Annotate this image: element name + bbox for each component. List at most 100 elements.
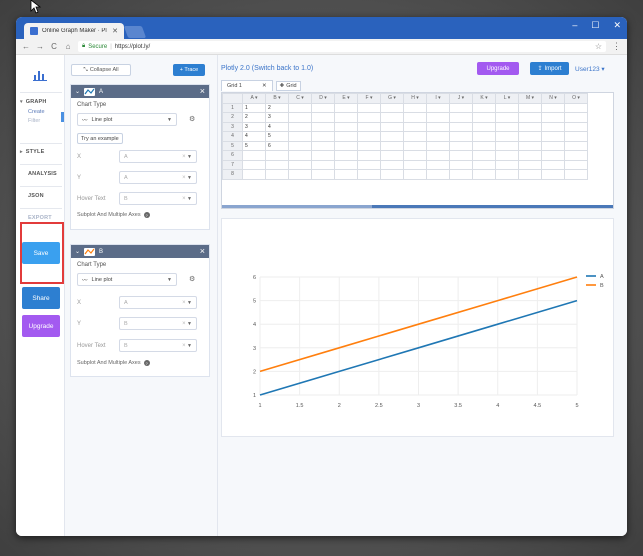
grid-cell[interactable] xyxy=(311,102,335,113)
grid-cell[interactable]: 3 xyxy=(265,112,289,123)
url-field[interactable]: 🔒︎ Secure | https://plot.ly/ ☆ xyxy=(78,41,606,52)
grid-cell[interactable] xyxy=(426,112,450,123)
grid-cell[interactable] xyxy=(334,169,358,180)
grid-cell[interactable] xyxy=(357,121,381,132)
grid-cell[interactable] xyxy=(564,131,588,142)
grid-cell[interactable] xyxy=(449,112,473,123)
grid-scrollbar-thumb[interactable] xyxy=(222,205,372,208)
row-header[interactable]: 6 xyxy=(222,150,243,161)
grid-cell[interactable] xyxy=(564,112,588,123)
nav-style[interactable]: ▸ STYLE xyxy=(16,149,65,155)
tab-grid-1[interactable]: Grid 1 ✕ xyxy=(221,80,273,91)
grid-scrollbar[interactable] xyxy=(222,205,613,208)
share-button[interactable]: Share xyxy=(22,287,60,309)
grid-cell[interactable] xyxy=(311,112,335,123)
grid-cell[interactable] xyxy=(472,140,496,151)
grid-cell[interactable] xyxy=(541,159,565,170)
grid-cell[interactable] xyxy=(403,169,427,180)
grid-cell[interactable] xyxy=(518,150,542,161)
grid-cell[interactable] xyxy=(334,131,358,142)
grid-cell[interactable] xyxy=(426,131,450,142)
subplot-link[interactable]: Subplot And Multiple Axes ? xyxy=(77,212,150,218)
grid-cell[interactable] xyxy=(288,131,312,142)
grid-cell[interactable] xyxy=(380,159,404,170)
version-link[interactable]: Plotly 2.0 (Switch back to 1.0) xyxy=(221,65,313,72)
column-header[interactable]: O ▾ xyxy=(564,93,588,104)
column-header[interactable]: G ▾ xyxy=(380,93,404,104)
grid-cell[interactable]: 4 xyxy=(242,131,266,142)
grid-cell[interactable]: 5 xyxy=(242,140,266,151)
grid-cell[interactable] xyxy=(357,140,381,151)
grid-cell[interactable] xyxy=(426,159,450,170)
grid-cell[interactable] xyxy=(518,131,542,142)
column-header[interactable]: M ▾ xyxy=(518,93,542,104)
close-window-icon[interactable]: ✕ xyxy=(613,20,621,31)
subplot-link[interactable]: Subplot And Multiple Axes ? xyxy=(77,360,150,366)
column-header[interactable]: N ▾ xyxy=(541,93,565,104)
column-header[interactable]: K ▾ xyxy=(472,93,496,104)
grid-cell[interactable] xyxy=(472,131,496,142)
x-select[interactable]: A × ▼ xyxy=(119,150,197,163)
grid-cell[interactable] xyxy=(357,159,381,170)
grid-cell[interactable] xyxy=(518,140,542,151)
grid-cell[interactable] xyxy=(265,169,289,180)
minimize-icon[interactable]: – xyxy=(572,20,577,31)
grid-cell[interactable] xyxy=(334,150,358,161)
column-header[interactable]: I ▾ xyxy=(426,93,450,104)
grid-cell[interactable] xyxy=(357,102,381,113)
user-menu[interactable]: User123 ▾ xyxy=(575,65,605,73)
grid-cell[interactable] xyxy=(541,112,565,123)
grid-cell[interactable] xyxy=(311,121,335,132)
nav-json[interactable]: JSON xyxy=(16,193,65,199)
grid-cell[interactable] xyxy=(242,159,266,170)
column-header[interactable]: F ▾ xyxy=(357,93,381,104)
grid-cell[interactable] xyxy=(541,131,565,142)
save-button[interactable]: Save xyxy=(22,242,60,264)
y-select[interactable]: A × ▼ xyxy=(119,171,197,184)
grid-cell[interactable] xyxy=(495,112,519,123)
grid-cell[interactable] xyxy=(334,140,358,151)
grid-cell[interactable] xyxy=(357,131,381,142)
gear-icon[interactable]: ⚙ xyxy=(189,115,195,123)
grid-cell[interactable]: 2 xyxy=(265,102,289,113)
grid-cell[interactable] xyxy=(311,140,335,151)
help-icon[interactable]: ? xyxy=(143,212,150,218)
grid-cell[interactable] xyxy=(541,150,565,161)
grid-cell[interactable]: 6 xyxy=(265,140,289,151)
grid-cell[interactable] xyxy=(403,131,427,142)
home-icon[interactable]: ⌂ xyxy=(64,42,72,51)
grid-cell[interactable] xyxy=(265,150,289,161)
grid-cell[interactable] xyxy=(334,121,358,132)
grid-cell[interactable] xyxy=(449,102,473,113)
upgrade-button[interactable]: Upgrade xyxy=(477,62,519,75)
grid-cell[interactable] xyxy=(380,140,404,151)
reload-icon[interactable]: C xyxy=(50,42,58,51)
nav-filter[interactable]: Filter xyxy=(16,118,65,124)
grid-cell[interactable] xyxy=(357,112,381,123)
grid-cell[interactable] xyxy=(518,121,542,132)
y-select[interactable]: B × ▼ xyxy=(119,317,197,330)
column-header[interactable]: H ▾ xyxy=(403,93,427,104)
grid-cell[interactable] xyxy=(495,102,519,113)
data-grid[interactable]: A ▾ B ▾ C ▾ D ▾ E ▾ F ▾ G ▾ H ▾ I ▾ J ▾ K ▾ L ▾ M ▾ N… xyxy=(221,92,614,209)
column-header[interactable]: C ▾ xyxy=(288,93,312,104)
grid-cell[interactable] xyxy=(403,121,427,132)
row-header[interactable]: 3 xyxy=(222,121,243,132)
row-header[interactable]: 8 xyxy=(222,169,243,180)
grid-cell[interactable] xyxy=(426,102,450,113)
nav-graph[interactable]: ▾ GRAPH xyxy=(16,99,65,105)
grid-cell[interactable] xyxy=(311,131,335,142)
grid-cell[interactable] xyxy=(403,159,427,170)
grid-cell[interactable] xyxy=(380,169,404,180)
grid-cell[interactable] xyxy=(518,112,542,123)
grid-cell[interactable] xyxy=(472,121,496,132)
grid-cell[interactable] xyxy=(518,102,542,113)
grid-cell[interactable] xyxy=(403,112,427,123)
import-button[interactable]: ⇪ Import xyxy=(530,62,569,75)
grid-cell[interactable] xyxy=(265,159,289,170)
grid-cell[interactable] xyxy=(495,131,519,142)
grid-cell[interactable] xyxy=(403,102,427,113)
browser-menu-icon[interactable]: ⋮ xyxy=(612,41,621,52)
grid-cell[interactable] xyxy=(495,169,519,180)
column-header[interactable]: E ▾ xyxy=(334,93,358,104)
